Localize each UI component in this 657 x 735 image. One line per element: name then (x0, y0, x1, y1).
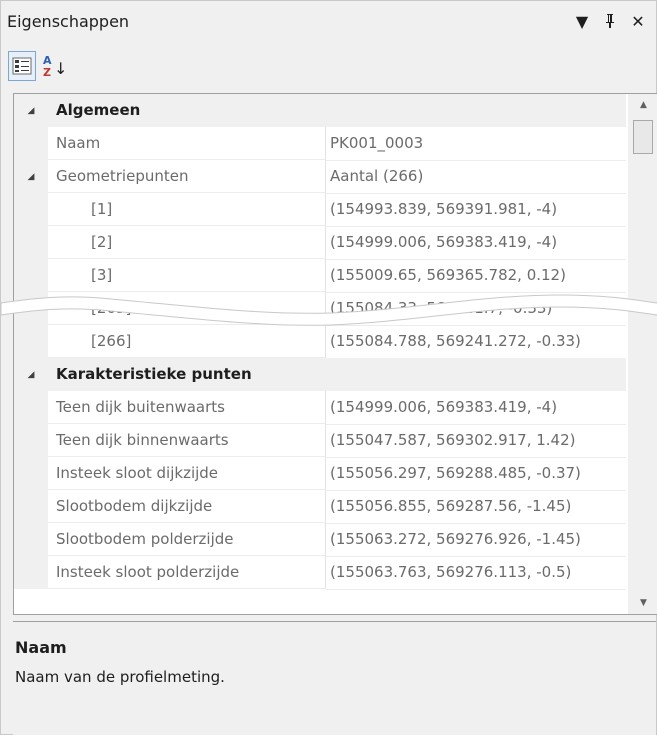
description-panel: Naam Naam van de profielmeting. (13, 621, 656, 735)
property-row[interactable]: Teen dijk binnenwaarts (155047.587, 56930… (14, 424, 626, 458)
row-gutter (14, 127, 48, 160)
property-row[interactable]: Naam PK001_0003 (14, 127, 626, 161)
property-rows: ◢ Algemeen Naam PK001_0003 ◢ Geometriepunten A… (14, 94, 626, 590)
property-name: Slootbodem polderzijde (48, 523, 326, 556)
property-value[interactable]: (155063.272, 569276.926, -1.45) (326, 523, 626, 557)
property-name: Teen dijk binnenwaarts (48, 424, 326, 457)
property-row[interactable]: [265] (155084.33, 569241.7, -0.33) (14, 292, 626, 326)
toolbar: A Z ↓ (1, 43, 656, 91)
property-value[interactable]: (155084.33, 569241.7, -0.33) (326, 292, 626, 326)
property-name: Insteek sloot dijkzijde (48, 457, 326, 490)
row-gutter (14, 226, 48, 259)
property-row[interactable]: Slootbodem polderzijde (155063.272, 56927… (14, 523, 626, 557)
property-name: [3] (48, 259, 326, 292)
property-value[interactable]: (155063.763, 569276.113, -0.5) (326, 556, 626, 590)
property-value[interactable]: (155047.587, 569302.917, 1.42) (326, 424, 626, 458)
row-gutter (14, 556, 48, 589)
categorized-icon (12, 57, 32, 75)
row-gutter (14, 391, 48, 424)
panel-title-bar: Eigenschappen ▼ ✕ (1, 1, 656, 43)
property-row[interactable]: [3] (155009.65, 569365.782, 0.12) (14, 259, 626, 293)
sort-az-button[interactable]: A Z ↓ (39, 51, 67, 81)
expand-triangle-icon: ◢ (27, 105, 35, 116)
property-name: [2] (48, 226, 326, 259)
collapse-icon[interactable]: ◢ (14, 358, 48, 391)
property-name: Geometriepunten (48, 160, 326, 193)
property-value[interactable]: (155009.65, 569365.782, 0.12) (326, 259, 626, 293)
category-row[interactable]: ◢ Algemeen (14, 94, 626, 127)
row-gutter (14, 457, 48, 490)
property-name: Insteek sloot polderzijde (48, 556, 326, 589)
property-row[interactable]: Slootbodem dijkzijde (155056.855, 569287.… (14, 490, 626, 524)
property-name: [1] (48, 193, 326, 226)
row-gutter (14, 523, 48, 556)
row-gutter: ◢ (14, 160, 48, 193)
category-label: Karakteristieke punten (56, 365, 252, 383)
properties-panel: Eigenschappen ▼ ✕ A Z ↓ ◢ Algemeen Naam PK0… (0, 0, 657, 735)
property-name: Naam (48, 127, 326, 160)
description-text: Naam van de profielmeting. (15, 668, 225, 686)
category-row[interactable]: ◢ Karakteristieke punten (14, 358, 626, 391)
property-row[interactable]: [2] (154999.006, 569383.419, -4) (14, 226, 626, 260)
property-name: Slootbodem dijkzijde (48, 490, 326, 523)
property-value[interactable]: PK001_0003 (326, 127, 626, 161)
expand-triangle-icon: ◢ (27, 369, 35, 380)
row-gutter (14, 490, 48, 523)
property-row[interactable]: Teen dijk buitenwaarts (154999.006, 56938… (14, 391, 626, 425)
property-value[interactable]: (154993.839, 569391.981, -4) (326, 193, 626, 227)
property-row[interactable]: ◢ Geometriepunten Aantal (266) (14, 160, 626, 194)
property-grid: ◢ Algemeen Naam PK001_0003 ◢ Geometriepunten A… (13, 93, 657, 615)
property-value[interactable]: (155084.788, 569241.272, -0.33) (326, 325, 626, 359)
description-title: Naam (15, 638, 67, 657)
scroll-up-icon[interactable]: ▲ (628, 94, 657, 116)
panel-title: Eigenschappen (7, 12, 130, 31)
scroll-down-icon[interactable]: ▼ (628, 592, 657, 614)
property-row[interactable]: Insteek sloot polderzijde (155063.763, 56… (14, 556, 626, 590)
sort-az-icon: A Z ↓ (43, 54, 65, 79)
sort-z-letter: Z (43, 66, 51, 79)
categorized-button[interactable] (8, 51, 36, 81)
row-gutter (14, 259, 48, 292)
pin-icon[interactable] (599, 9, 621, 33)
row-gutter (14, 292, 48, 325)
category-label: Algemeen (56, 101, 141, 119)
property-name: [265] (48, 292, 326, 325)
sort-arrow: ↓ (54, 59, 65, 78)
property-value[interactable]: (154999.006, 569383.419, -4) (326, 391, 626, 425)
dropdown-icon[interactable]: ▼ (571, 9, 593, 33)
property-row[interactable]: [1] (154993.839, 569391.981, -4) (14, 193, 626, 227)
property-name: Teen dijk buitenwaarts (48, 391, 326, 424)
row-gutter (14, 193, 48, 226)
property-row[interactable]: [266] (155084.788, 569241.272, -0.33) (14, 325, 626, 359)
property-value[interactable]: (155056.297, 569288.485, -0.37) (326, 457, 626, 491)
expand-triangle-icon[interactable]: ◢ (28, 172, 35, 182)
property-value[interactable]: Aantal (266) (326, 160, 626, 194)
row-gutter (14, 325, 48, 358)
scroll-thumb[interactable] (633, 120, 653, 154)
collapse-icon[interactable]: ◢ (14, 94, 48, 127)
property-name: [266] (48, 325, 326, 358)
close-icon[interactable]: ✕ (627, 9, 649, 33)
row-gutter (14, 424, 48, 457)
property-value[interactable]: (154999.006, 569383.419, -4) (326, 226, 626, 260)
property-row[interactable]: Insteek sloot dijkzijde (155056.297, 5692… (14, 457, 626, 491)
property-value[interactable]: (155056.855, 569287.56, -1.45) (326, 490, 626, 524)
vertical-scrollbar[interactable]: ▲ ▼ (628, 94, 657, 614)
